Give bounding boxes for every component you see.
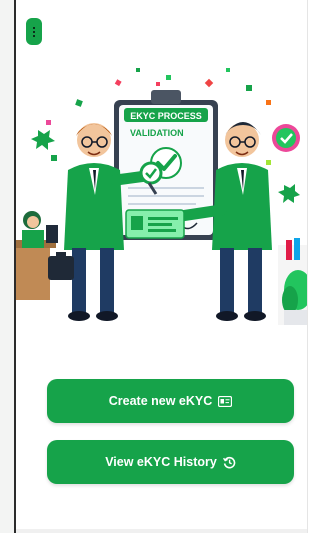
view-ekyc-history-button[interactable]: View eKYC History <box>47 440 294 484</box>
id-card <box>125 209 185 239</box>
hero-illustration: EKYC PROCESS VALIDATION <box>16 68 307 325</box>
background-plant <box>278 238 307 325</box>
app-screen: EKYC PROCESS VALIDATION Create new eKYC … <box>14 0 308 533</box>
background-left-edge <box>0 0 14 533</box>
view-ekyc-history-label: View eKYC History <box>105 455 217 469</box>
background-woman <box>16 211 58 300</box>
id-card-icon <box>218 395 233 407</box>
menu-button[interactable] <box>26 18 42 45</box>
create-ekyc-button[interactable]: Create new eKYC <box>47 379 294 423</box>
board-title: EKYC PROCESS <box>130 111 202 121</box>
bottom-edge <box>16 529 307 533</box>
create-ekyc-label: Create new eKYC <box>108 394 213 408</box>
history-icon <box>222 456 236 468</box>
board-subtitle: VALIDATION <box>130 128 184 138</box>
more-vertical-icon <box>33 26 35 37</box>
